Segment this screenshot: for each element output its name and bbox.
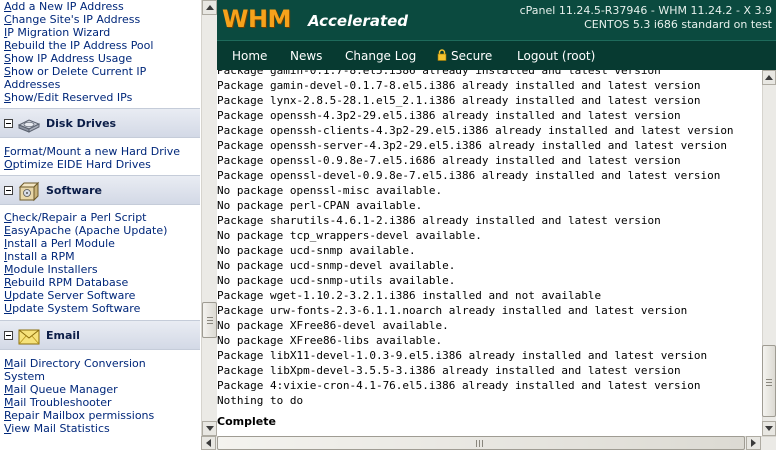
section-title-email: Email (46, 329, 80, 342)
output-line: Package openssh-4.3p2-29.el5.i386 alread… (217, 109, 681, 122)
main-scroll-thumb[interactable] (762, 345, 776, 417)
scroll-up-arrow-icon[interactable] (202, 0, 217, 15)
sidebar-link-update-server-software[interactable]: Update Server Software (4, 289, 135, 302)
sidebar-link-show-delete-ip[interactable]: Show or Delete Current IP (4, 65, 146, 78)
section-header-software[interactable]: Software (0, 175, 200, 205)
section-title-disk-drives: Disk Drives (46, 117, 117, 130)
version-line-cpanel: cPanel 11.24.5-R37946 - WHM 11.24.2 - X … (519, 4, 772, 17)
sidebar-link-change-site-ip[interactable]: Change Site's IP Address (4, 13, 140, 26)
sidebar-link-format-mount-drive[interactable]: Format/Mount a new Hard Drive (4, 145, 180, 158)
sidebar-link-add-ip[interactable]: Add a New IP Address (4, 0, 124, 13)
sidebar-link-view-mail-stats[interactable]: View Mail Statistics (4, 422, 110, 435)
nav-secure[interactable]: Secure (437, 49, 492, 63)
scroll-up-arrow-icon[interactable] (762, 70, 776, 85)
sidebar-link-reserved-ips[interactable]: Show/Edit Reserved IPs (4, 91, 132, 104)
scroll-down-arrow-icon[interactable] (762, 421, 776, 436)
output-line: No package XFree86-libs available. (217, 334, 443, 347)
output-line: Package sharutils-4.6.1-2.i386 already i… (217, 214, 661, 227)
sidebar-menu: Add a New IP Address Change Site's IP Ad… (0, 0, 200, 436)
sidebar-link-check-perl-script[interactable]: Check/Repair a Perl Script (4, 211, 147, 224)
horizontal-scrollbar[interactable] (201, 436, 776, 450)
sidebar-link-show-ip-usage[interactable]: Show IP Address Usage (4, 52, 132, 65)
envelope-icon (18, 329, 40, 345)
sidebar-link-rebuild-rpm-db[interactable]: Rebuild RPM Database (4, 276, 128, 289)
install-output-pane: Package gamin-0.1.7-8.el5.i386 already i… (217, 70, 762, 436)
complete-status: Complete (217, 415, 276, 428)
output-line: No package ucd-snmp-utils available. (217, 274, 456, 287)
logo-whm-text: WHM (222, 5, 291, 33)
output-line: Package lynx-2.8.5-28.1.el5_2.1.i386 alr… (217, 94, 701, 107)
output-line: Package openssh-clients-4.3p2-29.el5.i38… (217, 124, 734, 137)
output-line: Package openssl-0.9.8e-7.el5.i686 alread… (217, 154, 681, 167)
version-line-os: CENTOS 5.3 i686 standard on test (584, 18, 772, 31)
horizontal-scroll-thumb[interactable] (217, 436, 745, 450)
whm-header: WHM Accelerated cPanel 11.24.5-R37946 - … (217, 0, 776, 40)
output-line: Package libX11-devel-1.0.3-9.el5.i386 al… (217, 349, 708, 362)
nav-news[interactable]: News (290, 49, 322, 63)
sidebar-link-ip-migration[interactable]: IP Migration Wizard (4, 26, 110, 39)
sidebar-link-update-system-software[interactable]: Update System Software (4, 302, 140, 315)
collapse-icon[interactable] (4, 186, 13, 195)
output-line: No package perl-CPAN available. (217, 199, 423, 212)
output-line: Package wget-1.10.2-3.2.1.i386 installed… (217, 289, 602, 302)
output-line: Package gamin-0.1.7-8.el5.i386 already i… (217, 70, 661, 77)
output-line: No package ucd-snmp-devel available. (217, 259, 456, 272)
output-line: No package openssl-misc available. (217, 184, 443, 197)
sidebar: Add a New IP Address Change Site's IP Ad… (0, 0, 217, 450)
nav-changelog[interactable]: Change Log (345, 49, 416, 63)
sidebar-link-optimize-eide[interactable]: Optimize EIDE Hard Drives (4, 158, 151, 171)
output-line: Package openssh-server-4.3p2-29.el5.i386… (217, 139, 727, 152)
sidebar-link-mail-queue-manager[interactable]: Mail Queue Manager (4, 383, 118, 396)
sidebar-link-easyapache[interactable]: EasyApache (Apache Update) (4, 224, 167, 237)
collapse-icon[interactable] (4, 119, 13, 128)
output-line: Package gamin-devel-0.1.7-8.el5.i386 alr… (217, 79, 701, 92)
output-line: No package XFree86-devel available. (217, 319, 449, 332)
sidebar-scrollbar[interactable] (201, 0, 217, 436)
output-line: Package urw-fonts-2.3-6.1.1.noarch alrea… (217, 304, 688, 317)
collapse-icon[interactable] (4, 331, 13, 340)
section-title-software: Software (46, 184, 102, 197)
main-scrollbar[interactable] (762, 70, 776, 436)
nav-logout[interactable]: Logout (root) (517, 49, 595, 63)
output-line: No package tcp_wrappers-devel available. (217, 229, 482, 242)
sidebar-link-install-rpm[interactable]: Install a RPM (4, 250, 75, 263)
scroll-left-arrow-icon[interactable] (201, 436, 216, 450)
sidebar-link-repair-mailbox[interactable]: Repair Mailbox permissions (4, 409, 154, 422)
sidebar-link-show-delete-ip-cont[interactable]: Addresses (4, 78, 60, 91)
output-log: Package gamin-0.1.7-8.el5.i386 already i… (217, 70, 762, 429)
nav-home[interactable]: Home (232, 49, 267, 63)
sidebar-link-module-installers[interactable]: Module Installers (4, 263, 98, 276)
sidebar-link-install-perl-module[interactable]: Install a Perl Module (4, 237, 115, 250)
output-line: Package libXpm-devel-3.5.5-3.i386 alread… (217, 364, 681, 377)
scroll-corner (762, 437, 776, 450)
lock-icon (437, 49, 447, 61)
output-line: Package openssl-devel-0.9.8e-7.el5.i386 … (217, 169, 721, 182)
nav-secure-label: Secure (451, 49, 493, 63)
top-nav: Home News Change Log Secure Logout (root… (217, 40, 776, 70)
sidebar-link-rebuild-ip-pool[interactable]: Rebuild the IP Address Pool (4, 39, 153, 52)
version-info: cPanel 11.24.5-R37946 - WHM 11.24.2 - X … (520, 4, 772, 32)
output-line: No package ucd-snmp available. (217, 244, 416, 257)
sidebar-link-mail-dir-conversion[interactable]: Mail Directory Conversion (4, 357, 146, 370)
section-header-disk-drives[interactable]: Disk Drives (0, 108, 200, 138)
scroll-down-arrow-icon[interactable] (202, 421, 217, 436)
software-box-icon (18, 181, 40, 202)
sidebar-link-mail-troubleshooter[interactable]: Mail Troubleshooter (4, 396, 112, 409)
sidebar-link-mail-dir-conversion-cont[interactable]: System (4, 370, 45, 383)
output-line: Package 4:vixie-cron-4.1-76.el5.i386 alr… (217, 379, 701, 392)
output-line: Nothing to do (217, 394, 304, 407)
scroll-right-arrow-icon[interactable] (746, 436, 761, 450)
logo-accelerated-text: Accelerated (308, 12, 409, 30)
hard-drive-icon (17, 119, 41, 133)
section-header-email[interactable]: Email (0, 320, 200, 350)
sidebar-scroll-thumb[interactable] (202, 302, 217, 338)
